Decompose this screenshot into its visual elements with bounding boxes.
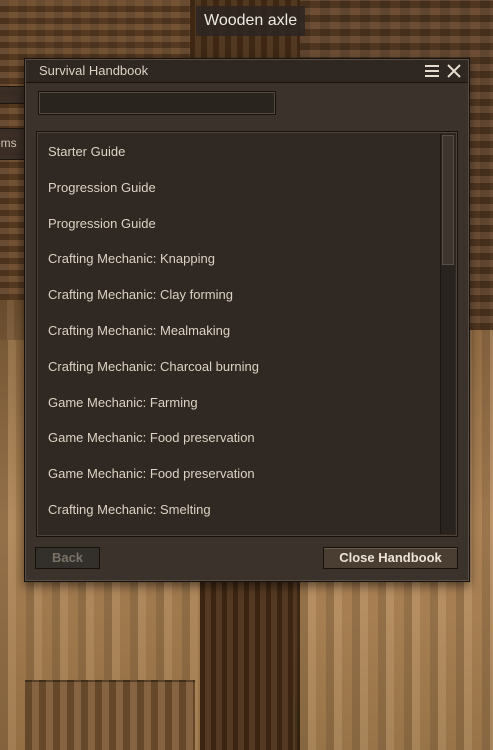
dialog-title: Survival Handbook <box>39 63 149 78</box>
game-scene: ems Wooden axle Survival Handbook Starte… <box>0 0 493 750</box>
handbook-list-item[interactable]: Starter Guide <box>37 134 439 170</box>
side-panel-tab-label: ems <box>0 136 17 150</box>
handbook-list-item[interactable]: Crafting Mechanic: Clay forming <box>37 277 439 313</box>
block-name-tooltip: Wooden axle <box>196 6 306 36</box>
handbook-list-item[interactable]: Game Mechanic: Food preservation <box>37 420 439 456</box>
handbook-list-item[interactable]: Game Mechanic: Farming <box>37 385 439 421</box>
handbook-list-panel: Starter Guide Progression Guide Progressio… <box>36 131 458 537</box>
search-input[interactable] <box>38 91 276 115</box>
scrollbar[interactable] <box>440 134 455 534</box>
handbook-list-item[interactable]: Crafting Mechanic: Smelting <box>37 492 439 528</box>
axle-lower-background <box>200 580 295 750</box>
side-panel-tab[interactable]: ems <box>0 128 27 160</box>
back-button[interactable]: Back <box>35 547 100 569</box>
handbook-list: Starter Guide Progression Guide Progressio… <box>37 132 439 528</box>
wood-box-background <box>25 680 195 750</box>
handbook-list-item[interactable]: Progression Guide <box>37 206 439 242</box>
hamburger-menu-icon[interactable] <box>424 63 440 79</box>
side-panel-tab-top[interactable] <box>0 86 27 104</box>
close-handbook-button[interactable]: Close Handbook <box>323 547 458 569</box>
handbook-list-item[interactable]: Crafting Mechanic: Charcoal burning <box>37 349 439 385</box>
handbook-list-item[interactable]: Game Mechanic: Food preservation <box>37 456 439 492</box>
handbook-list-item[interactable]: Progression Guide <box>37 170 439 206</box>
dialog-titlebar[interactable]: Survival Handbook <box>26 60 468 83</box>
scrollbar-thumb[interactable] <box>442 135 454 265</box>
handbook-list-item[interactable]: Crafting Mechanic: Knapping <box>37 241 439 277</box>
survival-handbook-dialog: Survival Handbook Starter Guide Progressi… <box>24 58 470 582</box>
handbook-list-item[interactable]: Crafting Mechanic: Mealmaking <box>37 313 439 349</box>
close-icon[interactable] <box>446 63 462 79</box>
